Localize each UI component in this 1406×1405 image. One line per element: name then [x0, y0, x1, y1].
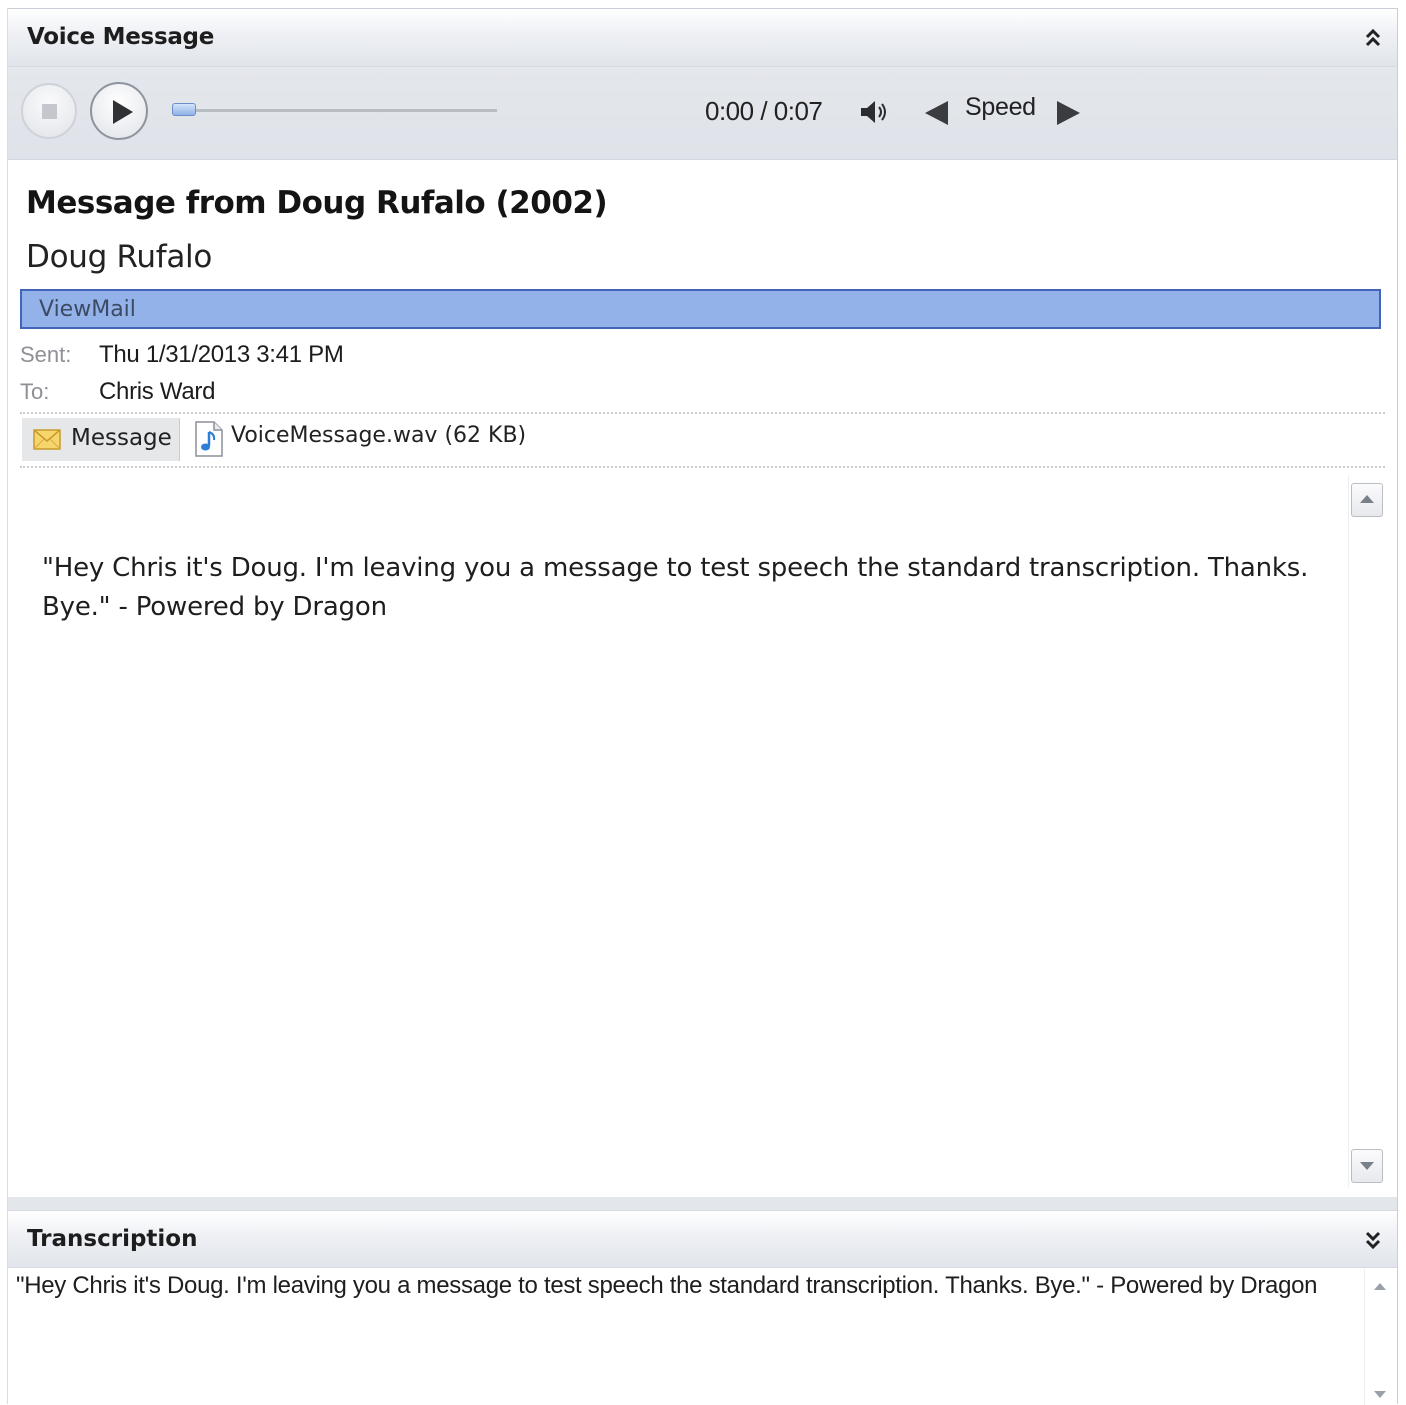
progress-thumb[interactable] — [172, 103, 196, 116]
arrow-up-icon[interactable] — [1374, 1283, 1386, 1290]
arrow-up-icon — [1360, 495, 1374, 503]
message-body: "Hey Chris it's Doug. I'm leaving you a … — [42, 553, 1309, 622]
audio-player: 0:00 / 0:07 Speed — [8, 67, 1397, 160]
transcription-scrollbar[interactable] — [1364, 1269, 1395, 1405]
panel-separator — [8, 1197, 1397, 1210]
envelope-icon — [33, 429, 61, 450]
triangle-right-icon[interactable] — [1053, 99, 1083, 127]
double-chevron-up-icon[interactable] — [1363, 27, 1383, 49]
message-sender: Doug Rufalo — [26, 239, 212, 275]
to-label: To: — [20, 379, 50, 404]
divider — [20, 412, 1385, 414]
attachment-label: VoiceMessage.wav (62 KB) — [231, 423, 527, 448]
message-scrollbar[interactable] — [1348, 475, 1385, 1187]
play-icon — [113, 100, 133, 124]
voice-message-window: Voice Message 0:00 / 0:07 Speed Message — [7, 8, 1398, 1405]
speaker-icon[interactable] — [858, 97, 892, 127]
progress-track[interactable] — [172, 109, 497, 112]
speed-label: Speed — [965, 93, 1036, 121]
scroll-down-button[interactable] — [1351, 1149, 1383, 1183]
message-tab[interactable]: Message — [22, 418, 180, 461]
stop-button[interactable] — [21, 83, 77, 139]
voice-message-title: Voice Message — [27, 24, 215, 50]
viewmail-infobar[interactable]: ViewMail — [20, 289, 1381, 329]
arrow-down-icon[interactable] — [1374, 1391, 1386, 1398]
triangle-left-icon[interactable] — [922, 99, 952, 127]
sent-value: Thu 1/31/2013 3:41 PM — [99, 341, 344, 368]
transcription-text[interactable]: "Hey Chris it's Doug. I'm leaving you a … — [16, 1269, 1356, 1302]
transcription-header[interactable]: Transcription — [8, 1210, 1397, 1268]
sent-label: Sent: — [20, 342, 72, 367]
message-tab-label: Message — [71, 425, 172, 451]
divider — [20, 466, 1385, 468]
transcription-title: Transcription — [27, 1226, 198, 1252]
double-chevron-down-icon[interactable] — [1363, 1229, 1383, 1251]
message-subject: Message from Doug Rufalo (2002) — [26, 185, 608, 221]
arrow-down-icon — [1360, 1162, 1374, 1170]
to-value[interactable]: Chris Ward — [99, 378, 215, 406]
audio-file-icon — [195, 421, 223, 457]
scroll-up-button[interactable] — [1351, 483, 1383, 517]
voice-message-header[interactable]: Voice Message — [8, 9, 1397, 67]
play-button[interactable] — [90, 82, 148, 140]
stop-icon — [42, 104, 57, 119]
infobar-label: ViewMail — [39, 297, 136, 322]
playback-time: 0:00 / 0:07 — [705, 96, 823, 126]
